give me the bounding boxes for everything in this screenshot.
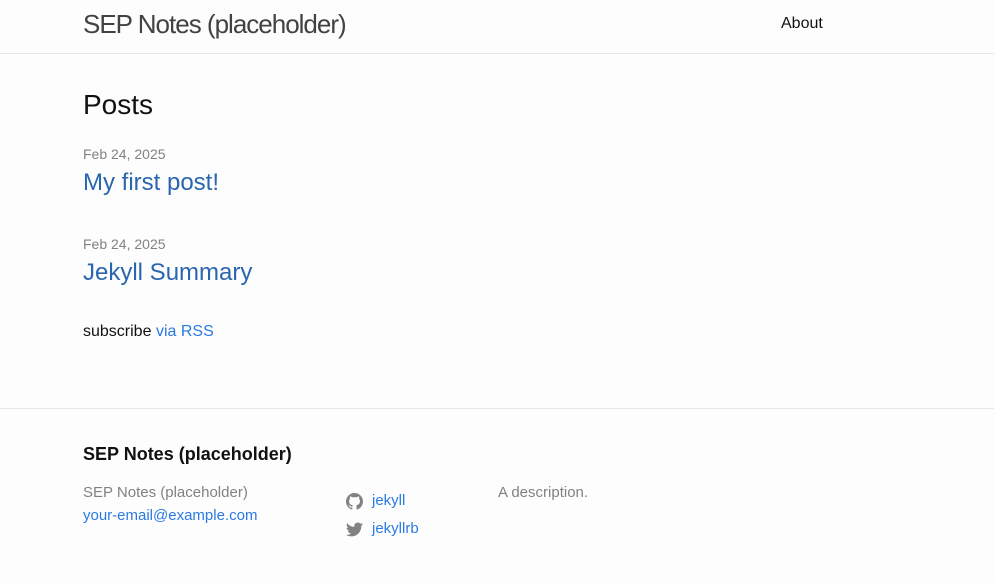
footer-site-name: SEP Notes (placeholder): [83, 484, 248, 501]
site-footer: SEP Notes (placeholder) SEP Notes (place…: [0, 408, 994, 583]
github-icon: [346, 492, 363, 510]
page-heading: Posts: [83, 89, 154, 120]
nav-about-link[interactable]: About: [781, 14, 823, 34]
footer-description: A description.: [498, 484, 589, 501]
social-github: jekyll: [346, 491, 405, 511]
site-title-link[interactable]: SEP Notes (placeholder): [83, 8, 347, 40]
subscribe-line: subscribe via RSS: [83, 322, 214, 342]
social-twitter: jekyllrb: [346, 519, 419, 539]
rss-link[interactable]: via RSS: [156, 323, 214, 340]
post-date: Feb 24, 2025: [83, 236, 166, 252]
site-header: SEP Notes (placeholder) About: [0, 0, 994, 54]
post-link-jekyll-summary[interactable]: Jekyll Summary: [83, 258, 252, 288]
post-date: Feb 24, 2025: [83, 146, 166, 162]
github-link[interactable]: jekyll: [372, 491, 405, 511]
twitter-icon: [346, 521, 363, 538]
post-link-my-first-post[interactable]: My first post!: [83, 168, 219, 198]
footer-heading: SEP Notes (placeholder): [83, 444, 292, 464]
twitter-link[interactable]: jekyllrb: [372, 519, 419, 539]
footer-email-link[interactable]: your-email@example.com: [83, 506, 257, 526]
subscribe-label: subscribe: [83, 323, 152, 340]
